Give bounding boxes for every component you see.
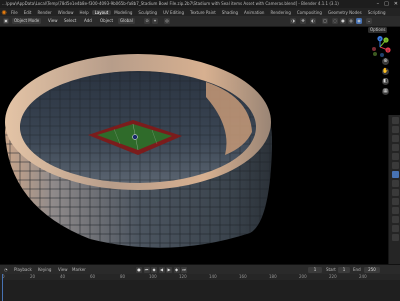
tab-compositing[interactable]: Compositing	[294, 10, 325, 15]
marker-menu[interactable]: Marker	[72, 265, 86, 274]
view-menu[interactable]: View	[46, 18, 60, 24]
orientation-dropdown[interactable]: Global	[118, 18, 135, 24]
modifier-properties-icon[interactable]	[391, 180, 399, 187]
navigation-gizmo[interactable]: X Y Z	[366, 36, 394, 58]
physics-icon[interactable]	[391, 198, 399, 205]
playback-menu[interactable]: Playback	[14, 265, 32, 274]
proportional-edit-icon[interactable]: ◎	[164, 18, 170, 24]
zoom-icon[interactable]: ⊕	[382, 58, 389, 65]
mode-dropdown[interactable]: Object Mode	[12, 18, 42, 24]
select-menu[interactable]: Select	[62, 18, 78, 24]
object-menu[interactable]: Object	[98, 18, 115, 24]
navigation-controls: ⊕ ✋ ◧ ▦	[382, 58, 389, 95]
timeline-header: ◔ Playback Keying View Marker ● ⏮ ◆ ◀ ▶ …	[0, 265, 400, 274]
play-reverse-icon[interactable]: ◀	[158, 266, 165, 273]
tab-shading[interactable]: Shading	[219, 10, 241, 15]
editor-type-icon[interactable]: ▣	[3, 18, 9, 24]
particles-icon[interactable]	[391, 189, 399, 196]
timeline-track-area[interactable]	[0, 280, 400, 301]
window-title-bar: ...\ppw\AppData\Local\Temp\78d5e1e4b8e-f…	[0, 0, 400, 8]
world-properties-icon[interactable]	[391, 162, 399, 169]
close-button[interactable]: ✕	[394, 0, 398, 8]
shading-rendered-icon[interactable]: ◉	[356, 18, 362, 24]
start-label: Start	[326, 267, 336, 272]
scene-properties-icon[interactable]	[391, 153, 399, 160]
window-title: ...\ppw\AppData\Local\Temp\78d5e1e4b8e-f…	[2, 1, 339, 6]
overlay-icon[interactable]: ◐	[310, 18, 316, 24]
shading-wireframe-icon[interactable]: ◌	[332, 18, 338, 24]
data-properties-icon[interactable]	[391, 216, 399, 223]
visibility-icon[interactable]: ◑	[290, 18, 296, 24]
maximize-button[interactable]: □	[384, 0, 389, 8]
gizmo-x-label: X	[387, 48, 389, 52]
menu-window[interactable]: Window	[55, 10, 77, 15]
shading-solid-icon[interactable]: ●	[340, 18, 346, 24]
start-frame-field[interactable]: 1	[338, 266, 350, 273]
menu-help[interactable]: Help	[76, 10, 91, 15]
shading-material-icon[interactable]: ◍	[348, 18, 354, 24]
tab-sculpting[interactable]: Sculpting	[135, 10, 160, 15]
view-menu-timeline[interactable]: View	[58, 265, 68, 274]
tab-rendering[interactable]: Rendering	[267, 10, 293, 15]
menu-edit[interactable]: Edit	[21, 10, 35, 15]
minimize-button[interactable]: –	[377, 0, 380, 8]
playback-controls: ● ⏮ ◆ ◀ ▶ ◆ ⏭	[136, 266, 187, 273]
xray-icon[interactable]: ▢	[322, 18, 328, 24]
pan-hand-icon[interactable]: ✋	[382, 68, 389, 75]
constraints-icon[interactable]	[391, 207, 399, 214]
next-keyframe-icon[interactable]: ◆	[173, 266, 180, 273]
viewport-header: ▣ Object Mode View Select Add Object Glo…	[0, 16, 400, 27]
material-properties-icon[interactable]	[391, 225, 399, 232]
menu-render[interactable]: Render	[34, 10, 54, 15]
tab-modeling[interactable]: Modeling	[111, 10, 135, 15]
camera-view-icon[interactable]: ◧	[382, 78, 389, 85]
shading-options-icon[interactable]: ⌄	[366, 18, 372, 24]
menu-file[interactable]: File	[8, 10, 21, 15]
blender-logo-icon[interactable]: ◉	[0, 8, 8, 16]
texture-properties-icon[interactable]	[391, 234, 399, 241]
pivot-icon[interactable]: ⊙	[144, 18, 150, 24]
render-properties-icon[interactable]	[391, 126, 399, 133]
output-properties-icon[interactable]	[391, 135, 399, 142]
timeline-editor-icon[interactable]: ◔	[4, 265, 8, 274]
jump-end-icon[interactable]: ⏭	[181, 266, 187, 273]
keying-menu[interactable]: Keying	[38, 265, 51, 274]
gizmo-toggle-icon[interactable]: ✥	[300, 18, 306, 24]
top-menu-bar: ◉ File Edit Render Window Help Layout Mo…	[0, 8, 400, 16]
jump-start-icon[interactable]: ⏮	[143, 266, 150, 273]
prev-keyframe-icon[interactable]: ◆	[151, 266, 157, 273]
tool-settings-icon[interactable]	[391, 117, 399, 124]
object-properties-icon[interactable]	[391, 171, 399, 178]
tab-texture-paint[interactable]: Texture Paint	[187, 10, 219, 15]
tab-layout[interactable]: Layout	[91, 9, 112, 15]
end-label: End	[353, 267, 361, 272]
gizmo-z-label: Z	[379, 37, 381, 41]
stadium-render	[5, 54, 272, 248]
record-icon[interactable]: ●	[136, 266, 142, 273]
gizmo-y-label: Y	[385, 38, 387, 42]
tab-uv-editing[interactable]: UV Editing	[160, 10, 187, 15]
playhead[interactable]	[2, 274, 3, 301]
snap-icon[interactable]: ⌖	[152, 18, 158, 24]
perspective-grid-icon[interactable]: ▦	[382, 88, 389, 95]
add-menu[interactable]: Add	[82, 18, 94, 24]
options-button[interactable]: Options	[368, 27, 388, 33]
tab-scripting[interactable]: Scripting	[365, 10, 389, 15]
view-layer-icon[interactable]	[391, 144, 399, 151]
end-frame-field[interactable]: 250	[364, 266, 380, 273]
timeline-editor: ◔ Playback Keying View Marker ● ⏮ ◆ ◀ ▶ …	[0, 264, 400, 301]
tab-animation[interactable]: Animation	[241, 10, 267, 15]
3d-viewport[interactable]	[0, 27, 366, 264]
tab-geometry-nodes[interactable]: Geometry Nodes	[325, 10, 365, 15]
play-icon[interactable]: ▶	[166, 266, 172, 273]
current-frame-field[interactable]: 1	[308, 266, 322, 273]
properties-tab-strip	[388, 115, 400, 267]
